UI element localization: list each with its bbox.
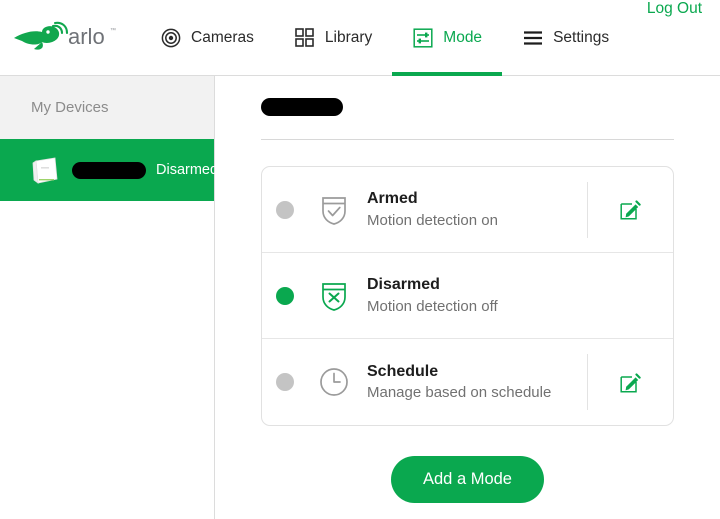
svg-text:arlo: arlo	[68, 24, 105, 49]
top-navigation-bar: arlo ™ Cameras Library Mode Settings Log…	[0, 0, 720, 76]
sidebar-header-my-devices: My Devices	[0, 76, 214, 139]
arlo-bird-logo: arlo ™	[14, 21, 116, 50]
modes-card: Armed Motion detection on Disarmed Motio…	[261, 166, 674, 426]
mode-row-armed[interactable]: Armed Motion detection on	[262, 167, 673, 253]
page-title-redacted	[261, 98, 343, 116]
arlo-logo[interactable]: arlo ™	[12, 21, 116, 55]
active-tab-indicator	[392, 72, 503, 76]
nav-item-settings-label: Settings	[553, 28, 610, 46]
sidebar-item-device[interactable]: Disarmed	[0, 139, 218, 201]
mode-subtitle-armed: Motion detection on	[367, 211, 498, 229]
grid-icon	[294, 27, 316, 49]
sidebar: My Devices Disarmed	[0, 76, 218, 519]
mode-subtitle-disarmed: Motion detection off	[367, 297, 498, 315]
mode-radio-schedule[interactable]	[276, 373, 294, 391]
shield-x-icon	[317, 279, 351, 313]
mode-row-schedule[interactable]: Schedule Manage based on schedule	[262, 339, 673, 425]
nav-items: Cameras Library Mode Settings Log Out	[140, 0, 720, 76]
mode-subtitle-schedule: Manage based on schedule	[367, 384, 552, 402]
mode-title-schedule: Schedule	[367, 362, 439, 380]
main-content: Armed Motion detection on Disarmed Motio…	[215, 76, 720, 519]
device-status-label: Disarmed	[156, 162, 219, 178]
add-mode-wrap: Add a Mode	[237, 456, 698, 503]
title-divider	[261, 139, 674, 140]
nav-item-library-label: Library	[324, 28, 373, 46]
hamburger-icon	[522, 27, 544, 49]
device-name-redacted	[72, 161, 146, 179]
shield-check-icon	[317, 193, 351, 227]
mode-action-schedule	[587, 354, 673, 410]
nav-item-library[interactable]: Library	[274, 0, 392, 75]
mode-title-disarmed: Disarmed	[367, 276, 440, 294]
nav-item-cameras[interactable]: Cameras	[140, 0, 274, 75]
mode-title-armed: Armed	[367, 190, 418, 208]
mode-action-disarmed	[587, 268, 673, 324]
page-title	[237, 76, 698, 121]
sliders-icon	[412, 27, 434, 49]
pencil-edit-icon[interactable]	[620, 199, 642, 221]
mode-action-armed	[587, 181, 673, 238]
svg-text:™: ™	[110, 27, 116, 34]
clock-icon	[317, 365, 351, 399]
nav-item-mode-label: Mode	[443, 28, 483, 46]
mode-text-armed: Armed Motion detection on	[367, 188, 587, 231]
mode-text-schedule: Schedule Manage based on schedule	[367, 361, 587, 404]
pencil-edit-icon[interactable]	[620, 371, 642, 393]
nav-item-mode[interactable]: Mode	[392, 0, 503, 76]
nav-item-settings[interactable]: Settings	[502, 0, 629, 75]
add-mode-button[interactable]: Add a Mode	[391, 456, 544, 503]
mode-text-disarmed: Disarmed Motion detection off	[367, 274, 587, 317]
sidebar-empty-area	[0, 201, 214, 519]
mode-radio-armed[interactable]	[276, 200, 294, 219]
mode-radio-disarmed[interactable]	[276, 286, 294, 305]
nav-item-cameras-label: Cameras	[191, 28, 254, 46]
body-area: My Devices Disarmed Armed Motion detecti…	[0, 76, 720, 519]
camera-lens-icon	[160, 27, 182, 49]
arlo-app: arlo ™ Cameras Library Mode Settings Log…	[0, 0, 720, 519]
mode-row-disarmed[interactable]: Disarmed Motion detection off	[262, 253, 673, 339]
base-station-icon	[28, 153, 62, 187]
logout-button[interactable]: Log Out	[647, 0, 702, 75]
